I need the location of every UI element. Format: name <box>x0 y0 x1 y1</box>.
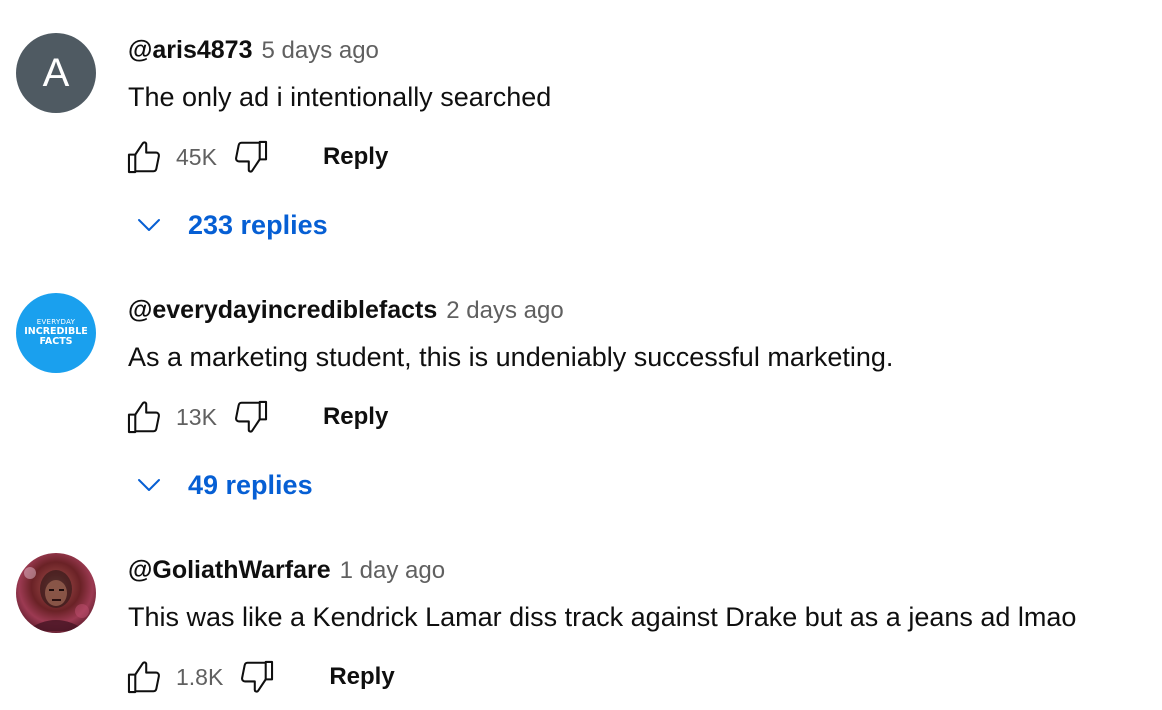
avatar[interactable] <box>16 553 96 633</box>
view-replies-button[interactable]: 49 replies <box>134 465 313 505</box>
thumb-down-icon <box>234 140 268 173</box>
avatar-logo-line: FACTS <box>39 335 73 347</box>
avatar-portrait-image <box>24 567 89 631</box>
dislike-button[interactable] <box>237 657 277 697</box>
comment-actions: 13K Reply <box>124 397 388 437</box>
dislike-button[interactable] <box>231 137 271 177</box>
comment-text: As a marketing student, this is undeniab… <box>128 342 894 372</box>
like-count: 1.8K <box>176 663 224 690</box>
thumb-up-icon <box>127 661 160 694</box>
chevron-down-icon <box>138 219 160 231</box>
author-name[interactable]: @aris4873 <box>128 36 252 65</box>
author-name[interactable]: @GoliathWarfare <box>128 556 331 585</box>
author-name[interactable]: @everydayincrediblefacts <box>128 296 437 325</box>
comment-text: The only ad i intentionally searched <box>128 82 552 112</box>
thumb-down-icon <box>241 660 274 693</box>
comment-actions: 45K Reply <box>124 137 388 177</box>
comment-text: This was like a Kendrick Lamar diss trac… <box>128 602 1077 632</box>
like-count: 45K <box>176 143 217 170</box>
comment-timestamp[interactable]: 5 days ago <box>261 37 378 65</box>
avatar-letter: A <box>42 50 70 95</box>
comment-actions: 1.8K Reply <box>124 657 395 697</box>
like-button[interactable] <box>124 397 164 437</box>
like-button[interactable] <box>124 137 164 177</box>
like-count: 13K <box>176 403 217 430</box>
dislike-button[interactable] <box>231 397 271 437</box>
reply-button[interactable]: Reply <box>329 663 394 691</box>
comment-timestamp[interactable]: 1 day ago <box>340 557 445 585</box>
replies-count-label: 49 replies <box>188 469 313 500</box>
comment-timestamp[interactable]: 2 days ago <box>446 297 563 325</box>
avatar[interactable]: A <box>16 33 96 113</box>
thumb-up-icon <box>127 401 160 434</box>
avatar[interactable]: EVERYDAY INCREDIBLE FACTS <box>16 293 96 373</box>
reply-button[interactable]: Reply <box>323 143 388 171</box>
like-button[interactable] <box>124 657 164 697</box>
thumb-up-icon <box>127 141 160 174</box>
reply-button[interactable]: Reply <box>323 403 388 431</box>
view-replies-button[interactable]: 233 replies <box>134 205 328 245</box>
comment-header: @aris4873 5 days ago <box>128 36 379 65</box>
comment-header: @everydayincrediblefacts 2 days ago <box>128 296 564 325</box>
comment-header: @GoliathWarfare 1 day ago <box>128 556 445 585</box>
chevron-down-icon <box>138 479 160 491</box>
thumb-down-icon <box>234 400 268 433</box>
replies-count-label: 233 replies <box>188 209 328 240</box>
